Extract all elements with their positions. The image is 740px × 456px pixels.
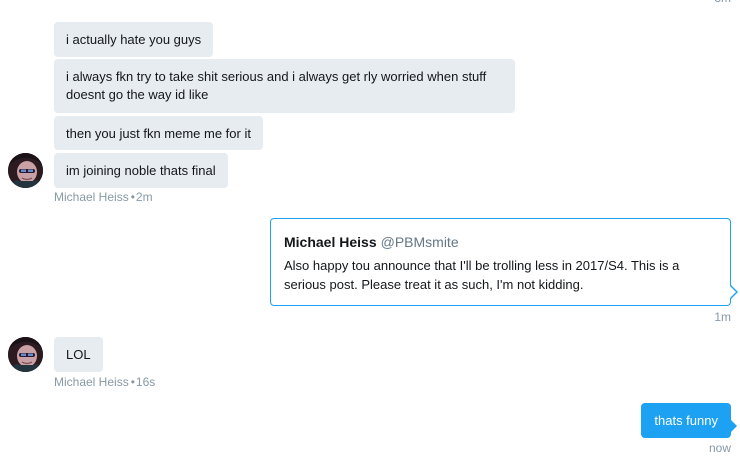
message-meta-1: Michael Heiss •2m xyxy=(54,190,153,204)
sender-avatar[interactable] xyxy=(8,153,43,188)
incoming-message-1: i actually hate you guys xyxy=(54,22,214,57)
incoming-message-3: then you just fkn meme me for it xyxy=(54,116,263,150)
bubble-tail-fill xyxy=(730,286,736,298)
meta-separator: • xyxy=(130,190,135,204)
message-text: i always fkn try to take shit serious an… xyxy=(66,69,487,102)
quoted-author-handle: @PBMsmite xyxy=(380,234,459,250)
sender-name[interactable]: Michael Heiss xyxy=(54,190,129,204)
message-text: then you just fkn meme me for it xyxy=(66,126,251,141)
message-time: 2m xyxy=(135,190,153,204)
quoted-tweet-time: 1m xyxy=(714,310,731,324)
message-text: im joining noble thats final xyxy=(66,163,216,178)
sender-avatar[interactable] xyxy=(8,337,43,372)
quoted-tweet-card[interactable]: Michael Heiss @PBMsmite Also happy tou an… xyxy=(270,218,738,306)
message-text: i actually hate you guys xyxy=(66,32,202,47)
quoted-author-name: Michael Heiss xyxy=(284,234,377,250)
incoming-message-4: im joining noble thats final xyxy=(54,153,228,188)
sender-name[interactable]: Michael Heiss xyxy=(54,375,129,389)
quoted-tweet-header: Michael Heiss @PBMsmite xyxy=(284,233,716,251)
avatar-photo-icon xyxy=(8,153,43,188)
message-time: 16s xyxy=(135,375,156,389)
quoted-tweet-text: Also happy tou announce that I'll be tro… xyxy=(284,258,680,292)
message-text: thats funny xyxy=(654,413,718,428)
bubble-tail xyxy=(731,420,737,432)
top-timestamp: 3m xyxy=(714,0,731,5)
avatar-photo-icon xyxy=(8,337,43,372)
meta-separator: • xyxy=(130,375,135,389)
incoming-message-5: LOL xyxy=(54,337,103,372)
outgoing-message: thats funny xyxy=(641,403,737,438)
incoming-message-2: i always fkn try to take shit serious an… xyxy=(54,59,515,113)
outgoing-message-time: now xyxy=(708,441,731,455)
message-meta-2: Michael Heiss •16s xyxy=(54,375,155,389)
message-text: LOL xyxy=(66,347,91,362)
